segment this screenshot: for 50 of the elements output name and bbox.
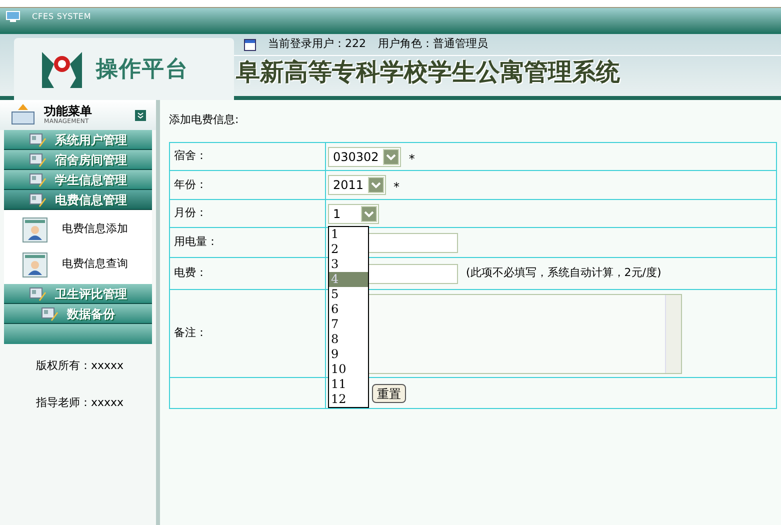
field-label: 电费： (174, 265, 207, 282)
dropdown-option[interactable]: 12 (329, 392, 368, 406)
dropdown-option[interactable]: 3 (329, 256, 368, 272)
select-field[interactable]: 2011 (328, 175, 386, 195)
footer-text: 版权所有：xxxxx (36, 358, 125, 374)
menu-item[interactable]: 电费信息管理 (4, 190, 152, 210)
required-mark: * (408, 150, 415, 168)
dropdown-option[interactable]: 11 (329, 376, 368, 392)
scrollbar[interactable] (665, 294, 681, 372)
field-label: 宿舍： (174, 148, 207, 164)
field-label: 备注： (174, 325, 207, 342)
person-form-icon (22, 252, 48, 278)
submenu-item[interactable]: 电费信息添加 (62, 221, 128, 238)
card-pencil-icon (29, 172, 47, 188)
window-title: CFES SYSTEM (32, 11, 92, 23)
hint-text: (此项不必填写，系统自动计算，2元/度) (466, 265, 662, 282)
dropdown-option[interactable]: 9 (329, 346, 368, 362)
dropdown-option[interactable]: 10 (329, 362, 368, 376)
dropdown-option[interactable]: 2 (329, 242, 368, 256)
field-label: 用电量： (174, 234, 218, 250)
person-form-icon (22, 216, 48, 242)
dropdown-option[interactable]: 8 (329, 332, 368, 346)
dropdown-option[interactable]: 6 (329, 302, 368, 316)
system-title: 阜新高等专科学校学生公寓管理系统 (235, 56, 621, 88)
card-pencil-icon (29, 132, 47, 148)
logo-text: 操作平台 (96, 56, 188, 84)
required-mark: * (394, 179, 400, 196)
field-label: 月份： (174, 205, 207, 222)
select-field[interactable]: 1 (328, 204, 379, 224)
menu-title: 功能菜单 (44, 104, 93, 118)
dropdown-option[interactable]: 5 (329, 286, 368, 302)
card-pencil-icon (29, 286, 47, 302)
address-bar[interactable] (0, 0, 781, 8)
window-icon (244, 38, 256, 50)
form-title: 添加电费信息: (169, 112, 240, 128)
card-pencil-icon (29, 192, 47, 208)
dropdown-option[interactable]: 7 (329, 316, 368, 332)
dropdown-option[interactable]: 1 (329, 226, 368, 242)
monitor-icon (6, 11, 20, 22)
card-pencil-icon (41, 306, 59, 322)
card-pencil-icon (29, 152, 47, 168)
footer-text: 指导老师：xxxxx (36, 394, 125, 410)
select-field[interactable]: 030302 (328, 146, 401, 166)
reset-button[interactable]: 重置 (372, 384, 406, 402)
inbox-icon (10, 104, 36, 126)
current-user-text: 当前登录用户：222 (268, 36, 366, 52)
submenu-item[interactable]: 电费信息查询 (62, 256, 128, 273)
collapse-icon[interactable] (135, 110, 146, 120)
field-label: 年份： (174, 176, 207, 193)
user-role-text: 用户角色：普通管理员 (378, 36, 488, 52)
